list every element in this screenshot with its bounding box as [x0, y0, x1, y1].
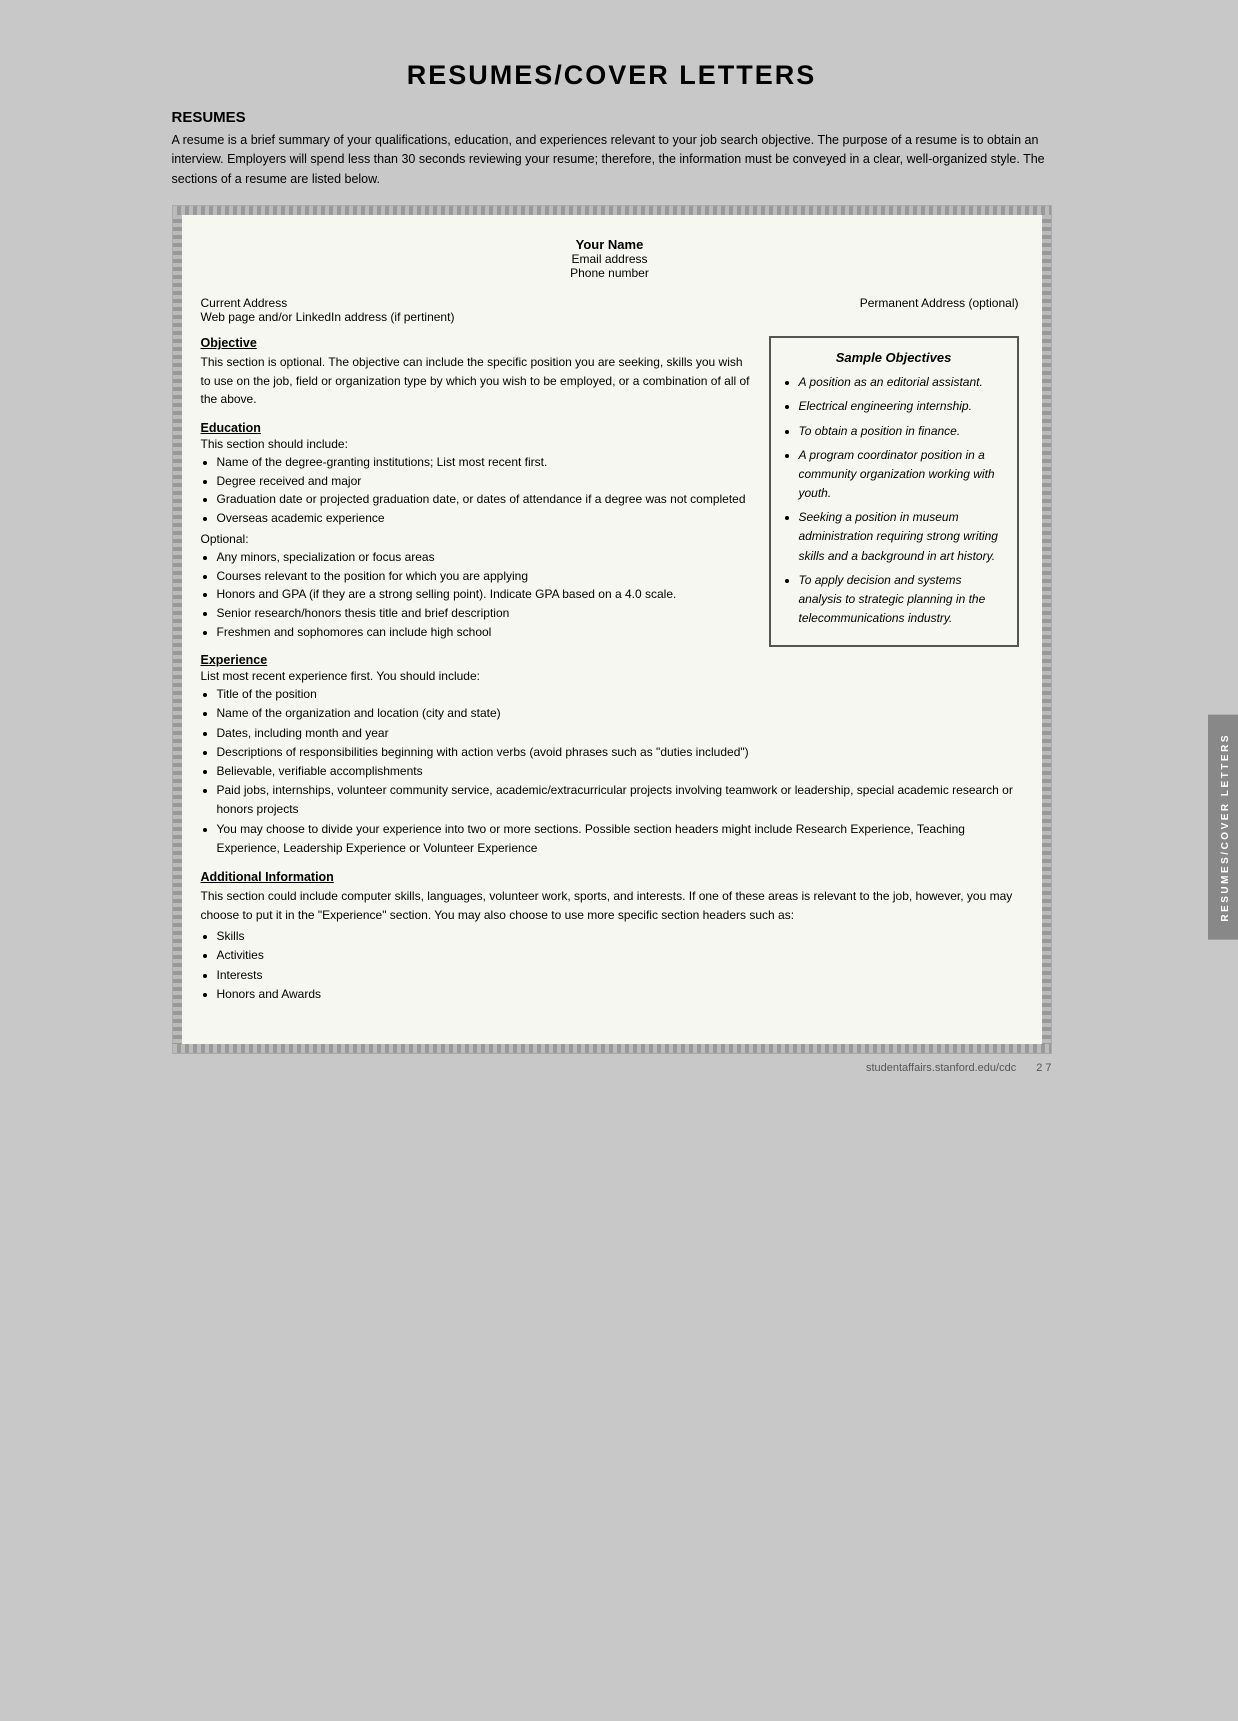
list-item: Believable, verifiable accomplishments — [217, 762, 1019, 781]
list-item: Interests — [217, 966, 1019, 985]
list-item: To apply decision and systems analysis t… — [799, 571, 1003, 629]
footer-page: 2 7 — [1036, 1062, 1051, 1074]
education-section: Education This section should include: N… — [201, 421, 751, 641]
experience-list: Title of the position Name of the organi… — [201, 685, 1019, 858]
sample-objectives-list: A position as an editorial assistant. El… — [785, 373, 1003, 628]
list-item: Honors and GPA (if they are a strong sel… — [217, 585, 751, 604]
list-item: Seeking a position in museum administrat… — [799, 508, 1003, 566]
list-item: Degree received and major — [217, 472, 751, 491]
list-item: Graduation date or projected graduation … — [217, 490, 751, 509]
list-item: Senior research/honors thesis title and … — [217, 604, 751, 623]
list-item: Courses relevant to the position for whi… — [217, 567, 751, 586]
objective-title: Objective — [201, 336, 751, 350]
list-item: Skills — [217, 927, 1019, 946]
list-item: Paid jobs, internships, volunteer commun… — [217, 781, 1019, 819]
sample-objectives-box: Sample Objectives A position as an edito… — [769, 336, 1019, 647]
additional-info-list: Skills Activities Interests Honors and A… — [201, 927, 1019, 1004]
sample-objectives-title: Sample Objectives — [785, 350, 1003, 365]
resume-name: Your Name — [201, 237, 1019, 252]
list-item: Name of the degree-granting institutions… — [217, 453, 751, 472]
list-item: Overseas academic experience — [217, 509, 751, 528]
additional-info-text: This section could include computer skil… — [201, 887, 1019, 924]
experience-title: Experience — [201, 653, 1019, 667]
list-item: Dates, including month and year — [217, 724, 1019, 743]
additional-info-title: Additional Information — [201, 870, 1019, 884]
list-item: Activities — [217, 946, 1019, 965]
address-left: Current Address Web page and/or LinkedIn… — [201, 296, 455, 324]
resumes-intro-text: A resume is a brief summary of your qual… — [172, 131, 1052, 189]
list-item: Freshmen and sophomores can include high… — [217, 623, 751, 642]
list-item: Electrical engineering internship. — [799, 397, 1003, 416]
list-item: Descriptions of responsibilities beginni… — [217, 743, 1019, 762]
objective-text: This section is optional. The objective … — [201, 353, 751, 409]
objective-section: Objective This section is optional. The … — [201, 336, 751, 409]
list-item: To obtain a position in finance. — [799, 422, 1003, 441]
list-item: You may choose to divide your experience… — [217, 820, 1019, 858]
list-item: A program coordinator position in a comm… — [799, 446, 1003, 504]
side-tab-label: RESUMES/COVER LETTERS — [1220, 733, 1231, 922]
address-row: Current Address Web page and/or LinkedIn… — [201, 296, 1019, 324]
list-item: Any minors, specialization or focus area… — [217, 548, 751, 567]
stripe-bottom — [173, 1044, 1051, 1053]
page-footer: studentaffairs.stanford.edu/cdc 2 7 — [172, 1062, 1052, 1074]
list-item: Title of the position — [217, 685, 1019, 704]
footer-url: studentaffairs.stanford.edu/cdc — [866, 1062, 1016, 1074]
resume-phone: Phone number — [201, 266, 1019, 280]
main-content-box: Your Name Email address Phone number Cur… — [172, 205, 1052, 1054]
optional-label: Optional: — [201, 532, 751, 546]
list-item: Honors and Awards — [217, 985, 1019, 1004]
web-linkedin: Web page and/or LinkedIn address (if per… — [201, 310, 455, 324]
resume-header: Your Name Email address Phone number — [201, 237, 1019, 280]
stripe-right — [1042, 215, 1051, 1044]
experience-section: Experience List most recent experience f… — [201, 653, 1019, 858]
additional-info-section: Additional Information This section coul… — [201, 870, 1019, 1004]
list-item: Name of the organization and location (c… — [217, 704, 1019, 723]
stripe-left — [173, 215, 182, 1044]
education-required-list: Name of the degree-granting institutions… — [201, 453, 751, 527]
resumes-heading: RESUMES — [172, 109, 1052, 126]
current-address-label: Current Address — [201, 296, 455, 310]
education-optional-list: Any minors, specialization or focus area… — [201, 548, 751, 641]
permanent-address: Permanent Address (optional) — [860, 296, 1019, 324]
stripe-top — [173, 206, 1051, 215]
page-title: RESUMES/COVER LETTERS — [172, 60, 1052, 91]
education-intro: This section should include: — [201, 437, 751, 451]
resume-email: Email address — [201, 252, 1019, 266]
resumes-intro: RESUMES A resume is a brief summary of y… — [172, 109, 1052, 189]
list-item: A position as an editorial assistant. — [799, 373, 1003, 392]
side-tab: RESUMES/COVER LETTERS — [1208, 715, 1238, 940]
experience-intro: List most recent experience first. You s… — [201, 669, 1019, 683]
education-title: Education — [201, 421, 751, 435]
